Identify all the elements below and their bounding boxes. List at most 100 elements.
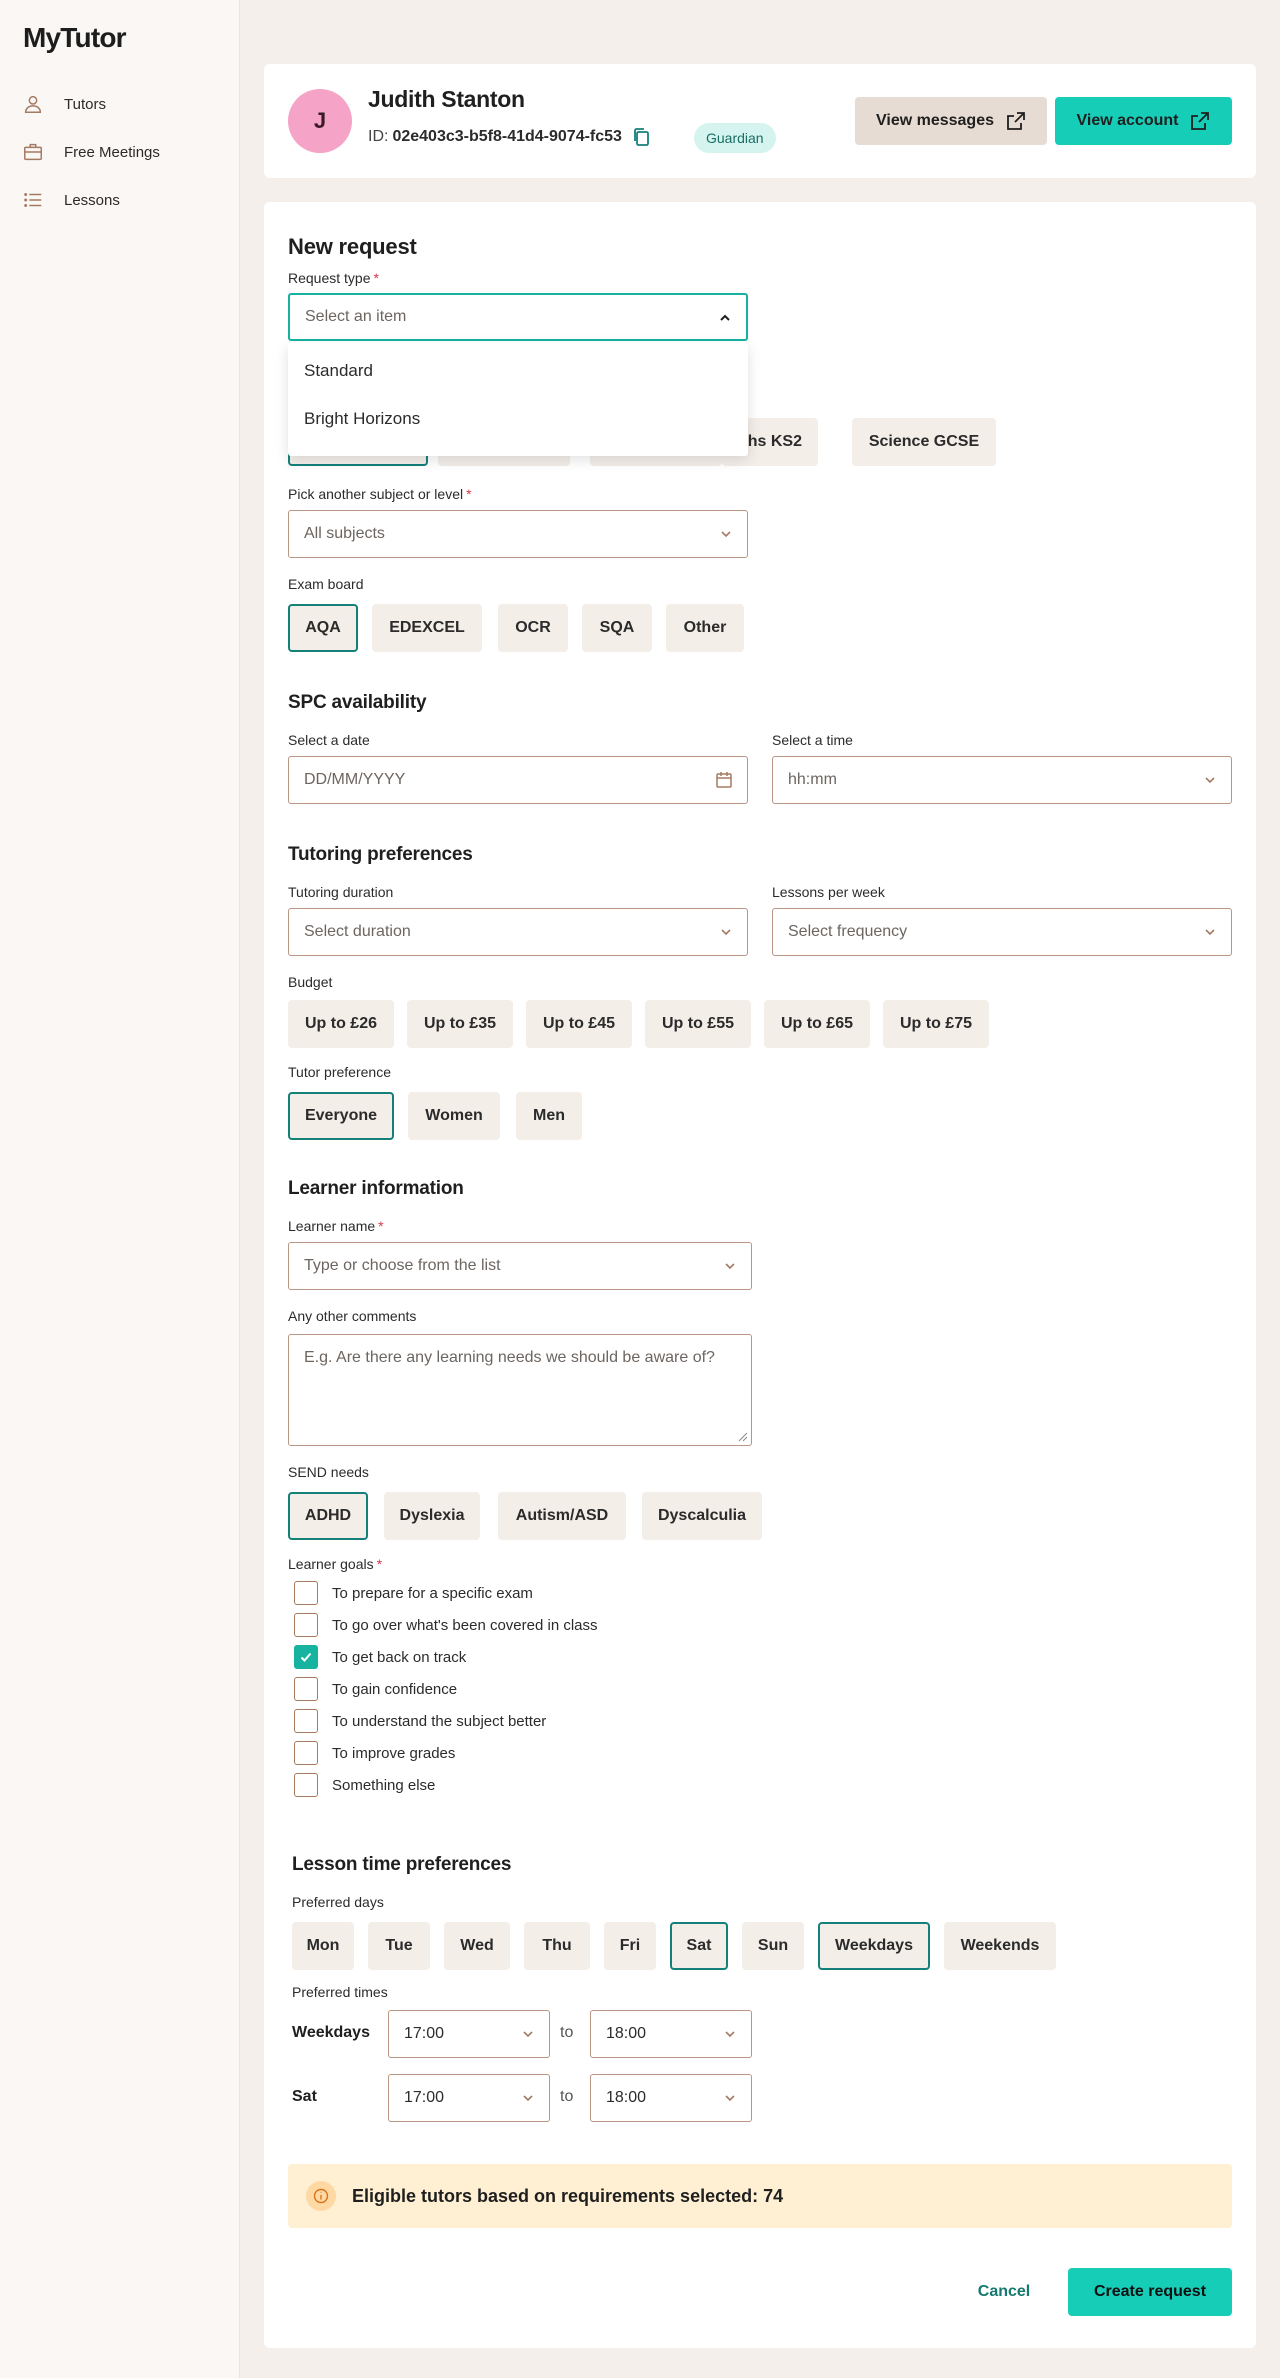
time-from-select[interactable]: 17:00	[388, 2010, 550, 2058]
day-chip-sat[interactable]: Sat	[670, 1922, 728, 1970]
checkbox[interactable]	[294, 1677, 318, 1701]
chevron-down-icon	[523, 2095, 533, 2102]
avatar: J	[288, 89, 352, 153]
eligible-tutors-text: Eligible tutors based on requirements se…	[352, 2185, 784, 2206]
time-to-select[interactable]: 18:00	[590, 2074, 752, 2122]
goal-label: To gain confidence	[332, 1680, 458, 1698]
tutoring-title: Tutoring preferences	[288, 844, 473, 865]
goal-label: Something else	[332, 1776, 436, 1794]
profile-id-label: ID:	[368, 128, 389, 145]
create-request-button[interactable]: Create request	[1068, 2268, 1232, 2316]
profile-id-value: 02e403c3-b5f8-41d4-9074-fc53	[392, 128, 622, 145]
copy-icon[interactable]	[632, 127, 650, 147]
person-icon	[24, 95, 42, 113]
goal-label: To get back on track	[332, 1648, 467, 1666]
dropdown-option-bright-horizons[interactable]: Bright Horizons	[288, 395, 748, 443]
budget-option[interactable]: Up to £26	[288, 1000, 394, 1048]
day-chip-sun[interactable]: Sun	[742, 1922, 804, 1970]
day-chip-thu[interactable]: Thu	[524, 1922, 590, 1970]
chevron-down-icon	[721, 531, 731, 538]
day-chip-weekends[interactable]: Weekends	[944, 1922, 1056, 1970]
goals-label: Learner goals *	[288, 1556, 383, 1572]
chevron-down-icon	[721, 929, 731, 936]
sidebar-item-label: Tutors	[64, 95, 106, 113]
tutor-pref-women[interactable]: Women	[408, 1092, 500, 1140]
day-chip-mon[interactable]: Mon	[292, 1922, 354, 1970]
to-label: to	[560, 2088, 574, 2105]
times-label: Preferred times	[292, 1984, 388, 2000]
comments-textarea[interactable]: E.g. Are there any learning needs we sho…	[288, 1334, 752, 1446]
send-label: SEND needs	[288, 1464, 369, 1480]
goal-checkbox-row[interactable]: To get back on track	[294, 1644, 466, 1670]
send-dyslexia[interactable]: Dyslexia	[384, 1492, 480, 1540]
time-select[interactable]: hh:mm	[772, 756, 1232, 804]
day-chip-wed[interactable]: Wed	[444, 1922, 510, 1970]
budget-option[interactable]: Up to £65	[764, 1000, 870, 1048]
tutor-pref-men[interactable]: Men	[516, 1092, 582, 1140]
view-messages-button[interactable]: View messages	[855, 97, 1047, 145]
app-logo[interactable]: MyTutor	[23, 22, 127, 54]
dropdown-option-standard[interactable]: Standard	[288, 347, 748, 395]
send-adhd[interactable]: ADHD	[288, 1492, 368, 1540]
day-chip-tue[interactable]: Tue	[368, 1922, 430, 1970]
chevron-down-icon	[1205, 929, 1215, 936]
budget-option[interactable]: Up to £55	[645, 1000, 751, 1048]
duration-label: Tutoring duration	[288, 884, 394, 900]
goal-checkbox-row[interactable]: To understand the subject better	[294, 1708, 546, 1734]
comments-label: Any other comments	[288, 1308, 417, 1324]
goal-checkbox-row[interactable]: To improve grades	[294, 1740, 455, 1766]
exam-board-label: Exam board	[288, 576, 364, 592]
days-label: Preferred days	[292, 1894, 384, 1910]
goal-checkbox-row[interactable]: To gain confidence	[294, 1676, 457, 1702]
send-autism[interactable]: Autism/ASD	[498, 1492, 626, 1540]
send-dyscalculia[interactable]: Dyscalculia	[642, 1492, 762, 1540]
sidebar: MyTutor Tutors Free Meetings Lessons	[0, 0, 240, 2378]
sidebar-item-lessons[interactable]: Lessons	[22, 186, 120, 214]
checkbox[interactable]	[294, 1741, 318, 1765]
sidebar-item-tutors[interactable]: Tutors	[22, 90, 106, 118]
resize-handle-icon[interactable]	[738, 1432, 748, 1442]
checkbox[interactable]	[294, 1581, 318, 1605]
exam-board-edexcel[interactable]: EDEXCEL	[372, 604, 482, 652]
goal-label: To go over what's been covered in class	[332, 1616, 598, 1634]
day-chip-weekdays[interactable]: Weekdays	[818, 1922, 930, 1970]
goal-checkbox-row[interactable]: To go over what's been covered in class	[294, 1612, 598, 1638]
exam-board-sqa[interactable]: SQA	[582, 604, 652, 652]
checkbox[interactable]	[294, 1613, 318, 1637]
frequency-label: Lessons per week	[772, 884, 885, 900]
cancel-button[interactable]: Cancel	[960, 2268, 1048, 2316]
subject-chip-science-gcse[interactable]: Science GCSE	[852, 418, 996, 466]
duration-select[interactable]: Select duration	[288, 908, 748, 956]
check-icon	[300, 1652, 312, 1662]
day-chip-fri[interactable]: Fri	[604, 1922, 656, 1970]
time-to-select[interactable]: 18:00	[590, 2010, 752, 2058]
frequency-select[interactable]: Select frequency	[772, 908, 1232, 956]
budget-option[interactable]: Up to £45	[526, 1000, 632, 1048]
date-input[interactable]: DD/MM/YYYY	[288, 756, 748, 804]
view-messages-label: View messages	[875, 112, 994, 129]
request-type-label: Request type *	[288, 270, 379, 286]
sidebar-item-free-meetings[interactable]: Free Meetings	[22, 138, 160, 166]
tutor-pref-label: Tutor preference	[288, 1064, 391, 1080]
chevron-down-icon	[1205, 777, 1215, 784]
time-from-select[interactable]: 17:00	[388, 2074, 550, 2122]
goal-checkbox-row[interactable]: To prepare for a specific exam	[294, 1580, 533, 1606]
checkbox[interactable]	[294, 1773, 318, 1797]
to-label: to	[560, 2024, 574, 2041]
view-account-button[interactable]: View account	[1055, 97, 1232, 145]
checkbox-checked[interactable]	[294, 1645, 318, 1669]
budget-option[interactable]: Up to £75	[883, 1000, 989, 1048]
goal-checkbox-row[interactable]: Something else	[294, 1772, 435, 1798]
budget-option[interactable]: Up to £35	[407, 1000, 513, 1048]
exam-board-aqa[interactable]: AQA	[288, 604, 358, 652]
exam-board-other[interactable]: Other	[666, 604, 744, 652]
learner-name-label: Learner name *	[288, 1218, 384, 1234]
subject-select[interactable]: All subjects	[288, 510, 748, 558]
checkbox[interactable]	[294, 1709, 318, 1733]
time-to-value: 18:00	[606, 2089, 647, 2106]
exam-board-ocr[interactable]: OCR	[498, 604, 568, 652]
tutor-pref-everyone[interactable]: Everyone	[288, 1092, 394, 1140]
request-type-select[interactable]: Select an item	[288, 293, 748, 341]
date-placeholder: DD/MM/YYYY	[304, 771, 406, 788]
learner-name-combobox[interactable]: Type or choose from the list	[288, 1242, 752, 1290]
